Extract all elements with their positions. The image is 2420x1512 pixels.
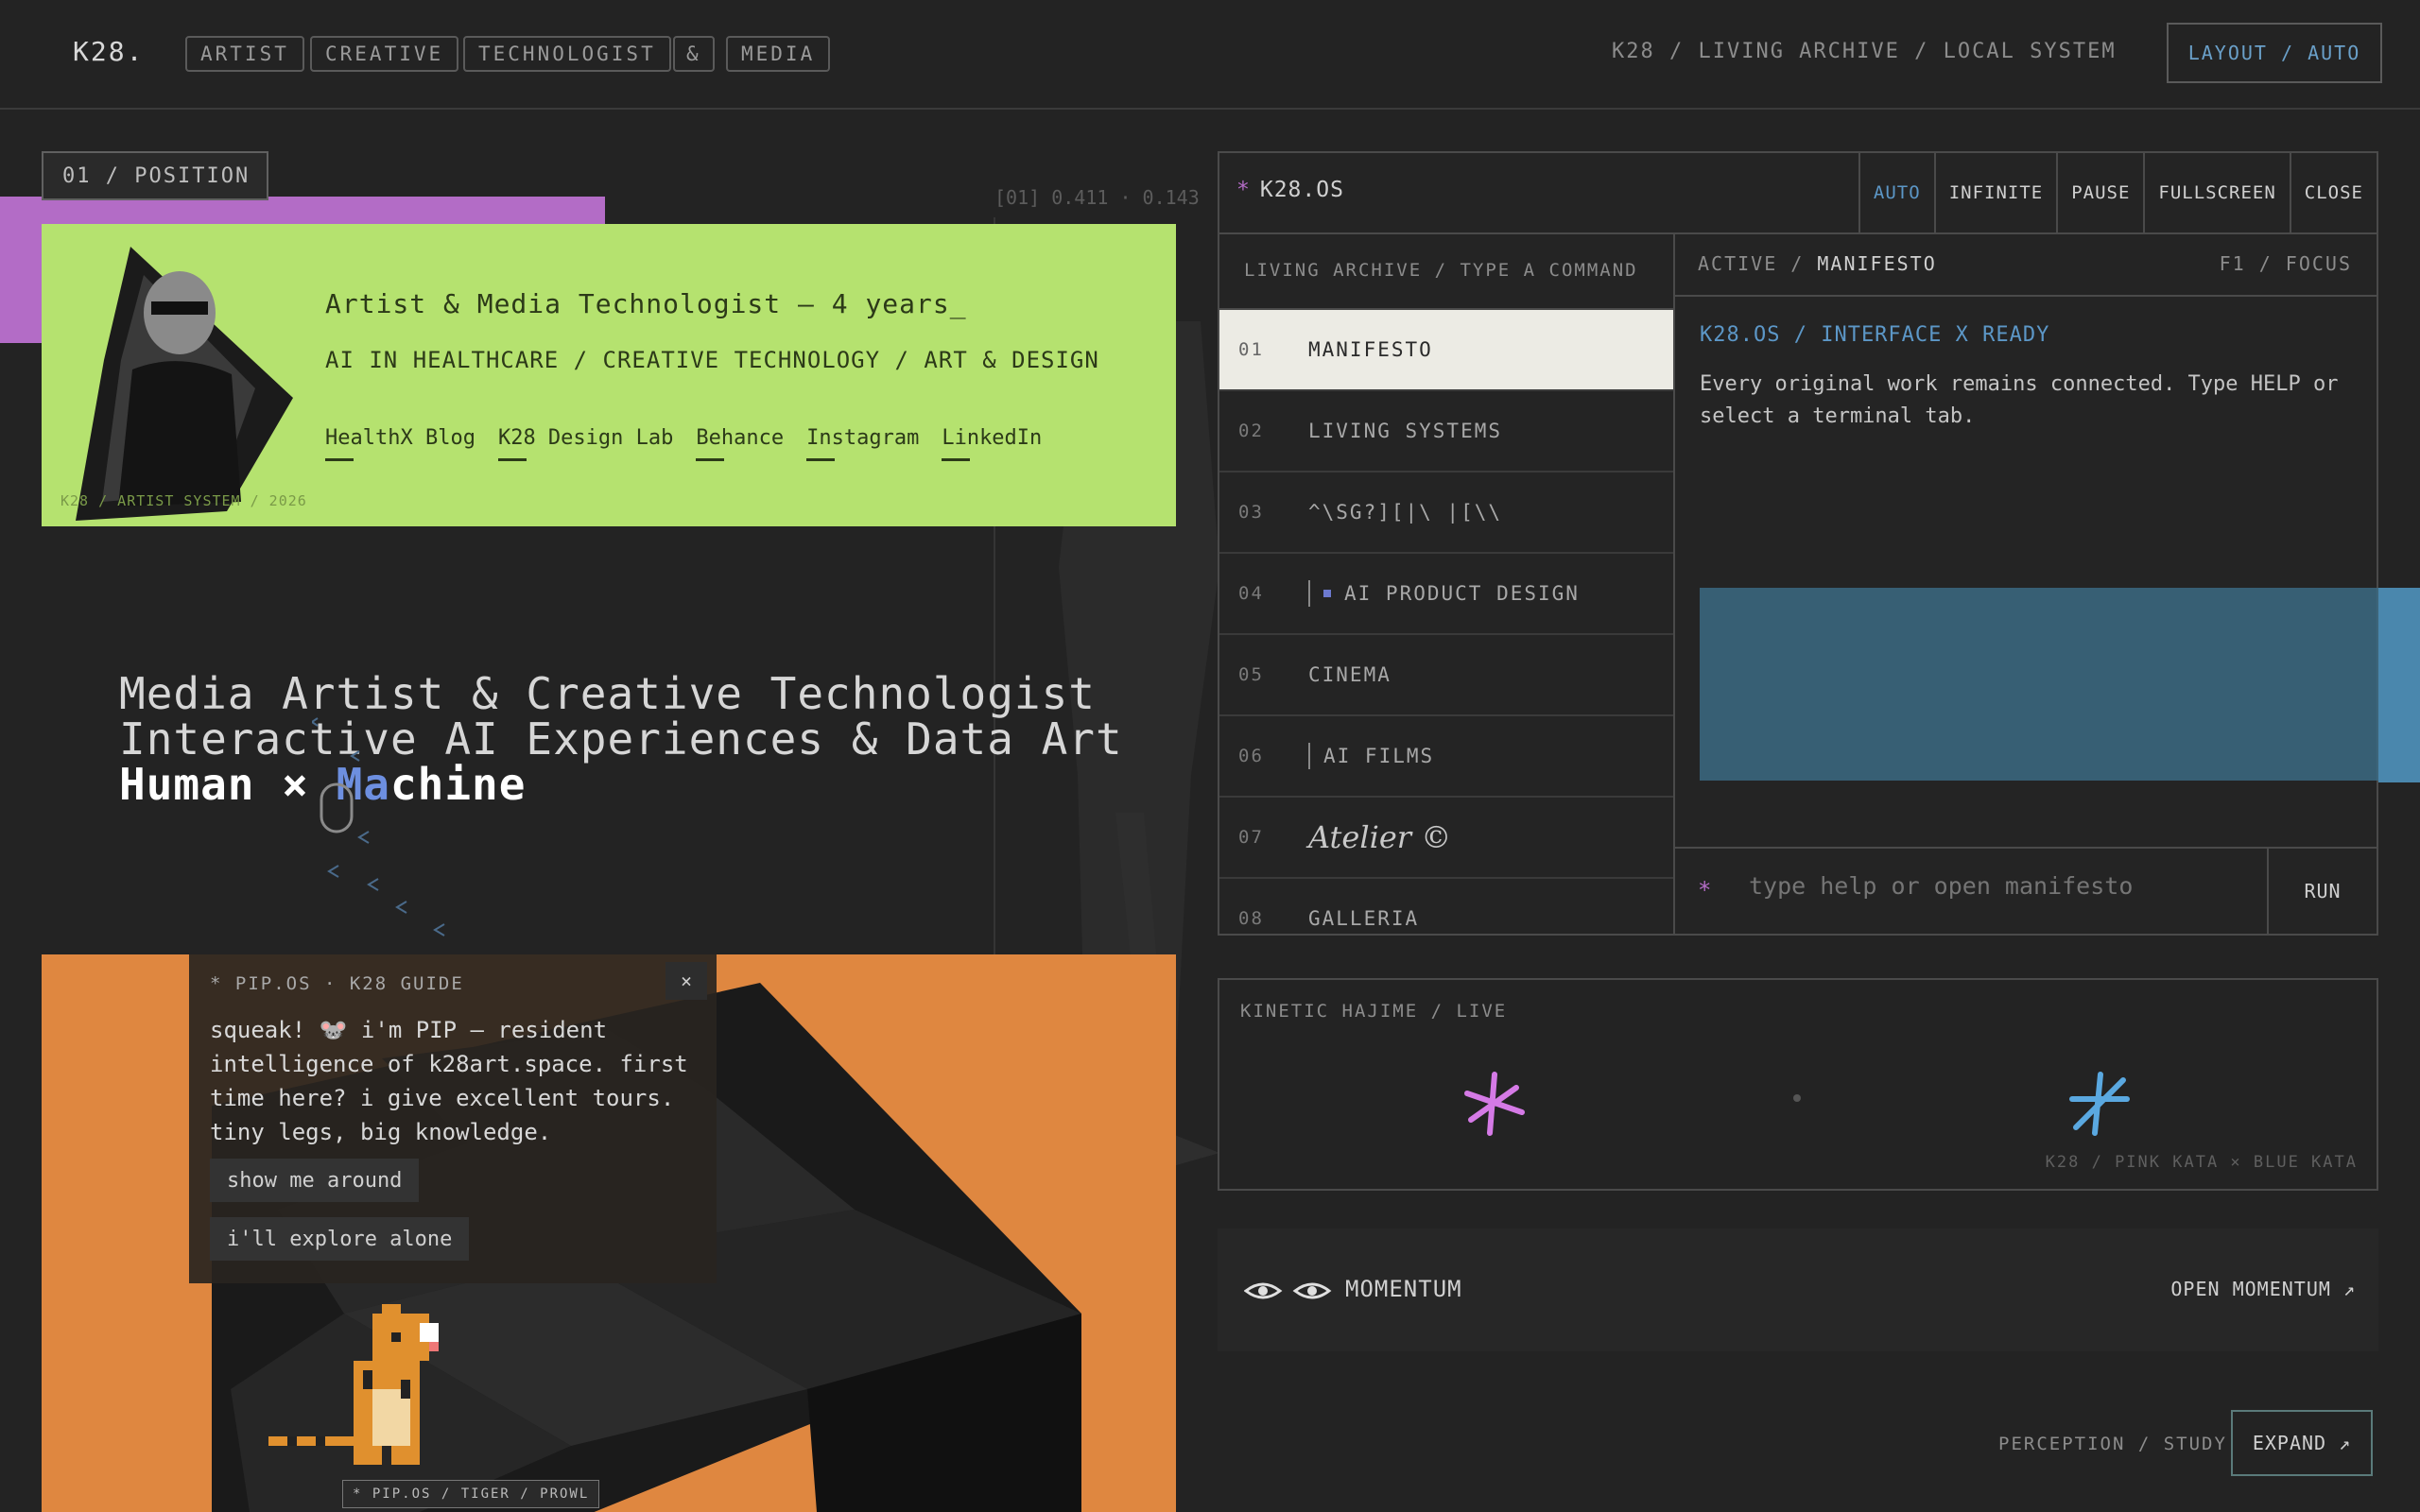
expand-button[interactable]: EXPAND ↗ — [2231, 1410, 2373, 1476]
momentum-title: MOMENTUM — [1345, 1276, 1462, 1302]
breadcrumb: K28 / LIVING ARCHIVE / LOCAL SYSTEM — [1612, 40, 2117, 63]
link-behance[interactable]: Behance — [696, 426, 784, 461]
command-input[interactable] — [1747, 871, 2261, 901]
archive-item-manifesto[interactable]: 01 MANIFESTO — [1219, 310, 1673, 391]
profile-footer: K28 / ARTIST SYSTEM / 2026 — [60, 492, 307, 509]
eyes-icon — [1244, 1282, 1332, 1299]
asterisk-icon: * — [1236, 178, 1251, 202]
kinetic-caption: K28 / PINK KATA × BLUE KATA — [2045, 1153, 2358, 1172]
position-badge: 01 / POSITION — [42, 151, 268, 200]
archive-item-ai-product-design[interactable]: 04 AI PRODUCT DESIGN — [1219, 554, 1673, 635]
command-bar: * RUN — [1673, 847, 2377, 934]
pip-message: squeak! 🐭 i'm PIP — resident intelligenc… — [210, 1017, 688, 1145]
tab-close[interactable]: CLOSE — [2289, 153, 2377, 232]
profile-title: Artist & Media Technologist — 4 years_ — [325, 288, 967, 319]
bar-icon — [1308, 743, 1310, 769]
logo[interactable]: K28. — [73, 36, 144, 67]
profile-card: Artist & Media Technologist — 4 years_ A… — [42, 224, 1176, 526]
portrait-image — [76, 247, 293, 521]
headline-line-1: Media Artist & Creative Technologist — [119, 668, 1096, 719]
active-header: ACTIVE / MANIFESTO F1 / FOCUS — [1673, 232, 2377, 297]
layout-button[interactable]: LAYOUT / AUTO — [2167, 23, 2382, 83]
link-k28-design-lab[interactable]: K28 Design Lab — [497, 426, 673, 461]
focus-shortcut[interactable]: F1 / FOCUS — [2220, 252, 2352, 275]
asterisk-icon: * — [1698, 877, 1712, 903]
tab-infinite[interactable]: INFINITE — [1933, 153, 2057, 232]
square-icon — [1323, 590, 1331, 597]
archive-item-glitch[interactable]: 03 ^\SG?][|\ |[\\ — [1219, 472, 1673, 554]
run-button[interactable]: RUN — [2267, 849, 2377, 934]
terminal-output: Every original work remains connected. T… — [1700, 372, 2339, 428]
terminal-window: * K28.OS AUTO INFINITE PAUSE FULLSCREEN C… — [1218, 151, 2399, 936]
coordinate-readout: [01] 0.411 · 0.143 — [994, 186, 1200, 209]
explore-alone-button[interactable]: i'll explore alone — [210, 1217, 470, 1261]
terminal-titlebar: * K28.OS AUTO INFINITE PAUSE FULLSCREEN C… — [1219, 153, 2377, 234]
profile-subtitle: AI IN HEALTHCARE / CREATIVE TECHNOLOGY /… — [325, 347, 1099, 373]
sidebar-header: LIVING ARCHIVE / TYPE A COMMAND — [1219, 232, 1673, 310]
archive-item-ai-films[interactable]: 06 AI FILMS — [1219, 716, 1673, 798]
tag-artist: ARTIST — [185, 36, 304, 72]
tab-auto[interactable]: AUTO — [1858, 153, 1934, 232]
terminal-main: ACTIVE / MANIFESTO F1 / FOCUS K28.OS / I… — [1673, 232, 2399, 934]
pink-asterisk-icon — [1464, 1072, 1525, 1136]
scroll-cue-icon — [312, 717, 445, 936]
tag-ampersand: & — [673, 36, 715, 72]
link-linkedin[interactable]: LinkedIn — [942, 426, 1042, 461]
perception-label: PERCEPTION / STUDY — [1998, 1434, 2227, 1454]
archive-item-atelier[interactable]: 07 Atelier © — [1219, 798, 1673, 879]
tab-fullscreen[interactable]: FULLSCREEN — [2143, 153, 2289, 232]
tiger-sprite-icon — [268, 1304, 439, 1465]
link-healthx-blog[interactable]: HealthX Blog — [325, 426, 475, 461]
archive-item-cinema[interactable]: 05 CINEMA — [1219, 635, 1673, 716]
dot-icon — [1793, 1094, 1801, 1102]
open-momentum-link[interactable]: OPEN MOMENTUM ↗ — [2170, 1278, 2356, 1300]
profile-links: HealthX Blog K28 Design Lab Behance Inst… — [325, 426, 1042, 461]
tag-creative: CREATIVE — [310, 36, 459, 72]
archive-sidebar: LIVING ARCHIVE / TYPE A COMMAND 01 MANIFE… — [1219, 232, 1675, 934]
pip-title: * PIP.OS · K28 GUIDE — [210, 973, 464, 994]
terminal-title: K28.OS — [1259, 178, 1344, 202]
pip-tiger-badge: * PIP.OS / TIGER / PROWL — [342, 1480, 600, 1508]
tag-technologist: TECHNOLOGIST — [463, 36, 671, 72]
show-me-around-button[interactable]: show me around — [210, 1159, 420, 1202]
pip-close-button[interactable]: × — [666, 962, 707, 1000]
headline-line-3: Human × Machine — [119, 759, 527, 810]
tag-media: MEDIA — [726, 36, 831, 72]
headline-line-2: Interactive AI Experiences & Data Art — [119, 713, 1123, 765]
tab-pause[interactable]: PAUSE — [2056, 153, 2143, 232]
blue-strip — [2378, 588, 2420, 782]
bar-icon — [1308, 580, 1310, 607]
active-label: ACTIVE / MANIFESTO — [1698, 252, 1937, 275]
kinetic-label: KINETIC HAJIME / LIVE — [1240, 1001, 1508, 1022]
terminal-tabs: AUTO INFINITE PAUSE FULLSCREEN CLOSE — [1858, 153, 2377, 232]
pip-dialog: * PIP.OS · K28 GUIDE × squeak! 🐭 i'm PIP… — [189, 954, 717, 1283]
headline: Media Artist & Creative Technologist Int… — [119, 671, 1123, 807]
archive-item-galleria[interactable]: 08 GALLERIA — [1219, 879, 1673, 958]
ready-status: K28.OS / INTERFACE X READY — [1700, 323, 2050, 347]
link-instagram[interactable]: Instagram — [806, 426, 919, 461]
blue-visual-block — [1700, 588, 2399, 781]
momentum-bar[interactable]: MOMENTUM OPEN MOMENTUM ↗ — [1218, 1228, 2378, 1351]
blue-asterisk-icon — [2069, 1072, 2130, 1136]
kinetic-panel: KINETIC HAJIME / LIVE K28 / PINK KATA × … — [1218, 978, 2378, 1191]
archive-item-living-systems[interactable]: 02 LIVING SYSTEMS — [1219, 391, 1673, 472]
